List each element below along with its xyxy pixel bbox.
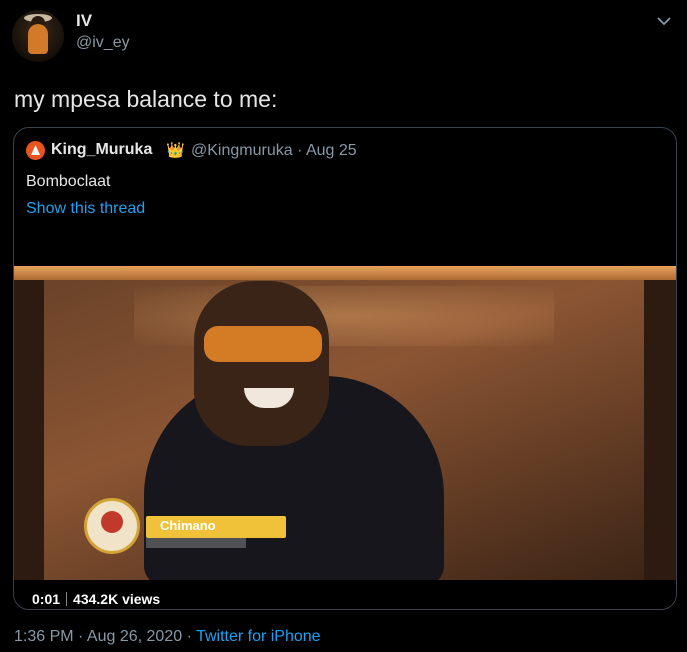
author-handle[interactable]: @iv_ey <box>76 34 130 52</box>
video-elapsed: 0:01 <box>32 591 61 607</box>
tweet-source[interactable]: Twitter for iPhone <box>196 628 321 645</box>
video-left-edge <box>14 280 44 580</box>
avatar[interactable] <box>12 10 64 62</box>
video-player[interactable]: Chimano 0:01 434.2K views <box>14 266 676 609</box>
video-stats-divider <box>66 592 68 606</box>
video-controls-bar: 0:01 434.2K views <box>14 580 676 609</box>
tweet-footer: 1:36 PM · Aug 26, 2020 · Twitter for iPh… <box>14 628 321 646</box>
author-name[interactable]: IV <box>76 11 92 31</box>
video-stats: 0:01 434.2K views <box>26 589 167 609</box>
video-top-strip <box>14 266 676 280</box>
avatar-body <box>28 24 48 54</box>
quoted-author-name[interactable]: King_Muruka <box>51 141 152 159</box>
tweet-timestamp[interactable]: 1:36 PM · Aug 26, 2020 <box>14 628 182 645</box>
lower-third-label: Chimano <box>160 518 216 533</box>
quoted-text: Bomboclaat <box>26 173 111 190</box>
tweet-text: my mpesa balance to me: <box>14 86 278 112</box>
channel-logo <box>84 498 140 554</box>
video-person-face <box>194 281 329 446</box>
crown-icon: 👑 <box>166 142 185 159</box>
lower-third-subbar <box>146 538 246 548</box>
quoted-handle-date[interactable]: @Kingmuruka · Aug 25 <box>191 142 357 160</box>
footer-separator: · <box>182 628 197 645</box>
video-views: 434.2K views <box>73 591 161 607</box>
quoted-tweet[interactable]: King_Muruka 👑 @Kingmuruka · Aug 25 Bombo… <box>13 127 677 610</box>
video-right-edge <box>644 280 676 580</box>
avatar-icon[interactable] <box>26 141 45 160</box>
chevron-down-icon[interactable] <box>655 12 673 30</box>
show-thread-link[interactable]: Show this thread <box>26 200 145 218</box>
video-person-glasses <box>204 326 322 362</box>
